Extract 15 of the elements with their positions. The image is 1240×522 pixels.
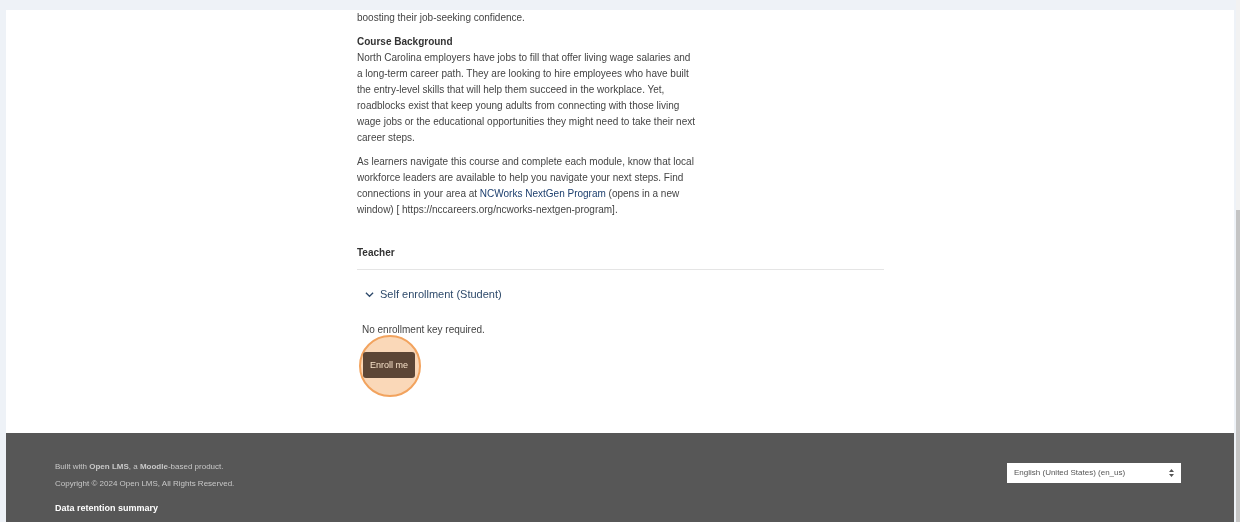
paragraph: North Carolina employers have jobs to fill that offer living wage salaries and a long-term career path. They are looking to hire employees who have built the entry-level skills that will help them succeed in the workplace. Yet, roadblocks exist that keep young adults from connecting with those living wage jobs or the educational opportunities they might need to take their next career steps. bbox=[357, 51, 696, 145]
chevron-icon bbox=[365, 289, 374, 299]
footer-text: Built with Open LMS, a Moodle-based product. bbox=[55, 461, 224, 473]
footer-text: Copyright © 2024 Open LMS, All Rights Reserved. bbox=[55, 478, 235, 490]
language-select[interactable]: English (United States) (en_us) bbox=[1007, 463, 1181, 483]
paragraph: As learners navigate this course and complete each module, know that local workforce leaders are available to help you navigate your next steps. Find connections in your area at NCWorks NextGen Program (opens in a new window) [ https://nccareers.org/ncworks-nextgen-program]. bbox=[357, 155, 695, 217]
link[interactable]: NCWorks NextGen Program bbox=[479, 188, 606, 199]
sort-icon bbox=[1169, 469, 1174, 477]
data-retention-link[interactable]: Data retention summary bbox=[55, 502, 159, 516]
paragraph: boosting their job-seeking confidence. bbox=[357, 11, 526, 25]
section-heading: Course Background bbox=[357, 35, 453, 49]
enroll-button[interactable]: Enroll me bbox=[363, 352, 415, 378]
enrollment-toggle[interactable]: Self enrollment (Student) bbox=[365, 286, 502, 302]
note-text: No enrollment key required. bbox=[362, 323, 485, 337]
section-heading: Teacher bbox=[357, 246, 395, 260]
